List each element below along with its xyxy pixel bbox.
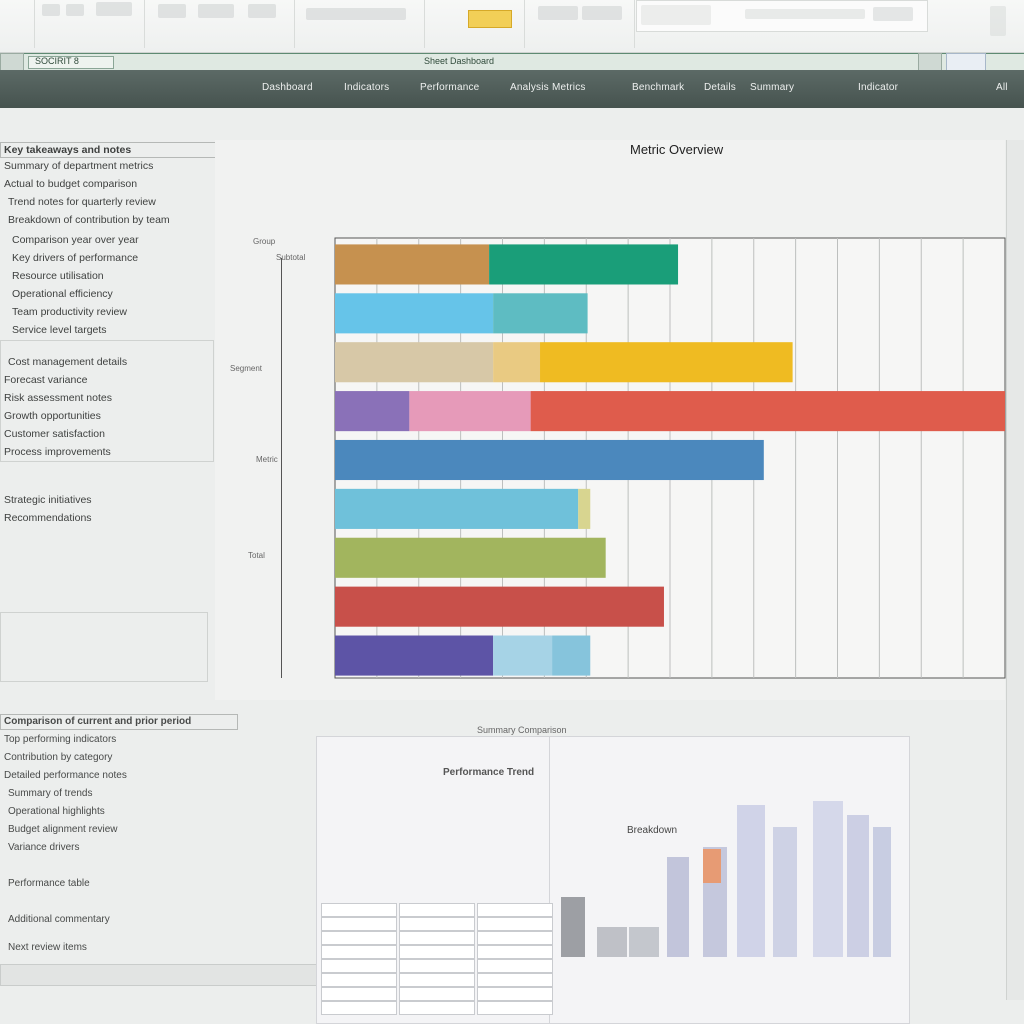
table-cell[interactable] [477, 987, 553, 1001]
table-cell[interactable] [399, 959, 475, 973]
mini-bar [773, 827, 797, 957]
bar-segment-row1-seg1 [335, 244, 490, 285]
table-cell[interactable] [321, 903, 397, 917]
lower-footer-bar [0, 964, 318, 986]
table-cell[interactable] [399, 917, 475, 931]
summary-panel-title: Summary Comparison [477, 725, 567, 735]
bar-segment-row3-seg2 [493, 342, 541, 383]
table-cell[interactable] [321, 1001, 397, 1015]
bar-segment-row2-seg2 [493, 293, 588, 334]
bar-segment-row8-seg1 [335, 586, 664, 627]
mini-bar [667, 857, 689, 957]
lower-list-item: Contribution by category [4, 752, 113, 763]
bar-segment-row5-seg1 [335, 439, 764, 481]
bar-segment-row6-seg2 [578, 488, 591, 529]
bar-segment-row7-seg1 [335, 537, 606, 578]
table-cell[interactable] [321, 959, 397, 973]
mini-bar [873, 827, 891, 957]
bar-segment-row3-seg1 [335, 342, 494, 383]
lower-list-item: Summary of trends [8, 788, 93, 799]
mini-bar [813, 801, 843, 957]
lower-list-item: Top performing indicators [4, 734, 117, 745]
bar-segment-row4-seg1 [335, 391, 410, 432]
table-cell[interactable] [321, 973, 397, 987]
table-cell[interactable] [321, 917, 397, 931]
table-cell[interactable] [477, 1001, 553, 1015]
table-cell[interactable] [477, 931, 553, 945]
bar-segment-row4-seg3 [530, 391, 1005, 432]
table-cell[interactable] [477, 973, 553, 987]
lower-list-item: Comparison of current and prior period [4, 716, 192, 727]
table-cell[interactable] [399, 931, 475, 945]
mini-bar-accent [703, 849, 721, 883]
bar-segment-row9-seg1 [335, 635, 494, 676]
table-cell[interactable] [321, 987, 397, 1001]
bar-segment-row2-seg1 [335, 293, 494, 334]
lower-list-item: Detailed performance notes [4, 770, 127, 781]
lower-list-item: Next review items [8, 942, 87, 953]
bar-segment-row1-seg2 [489, 244, 679, 285]
lower-list-item: Performance table [8, 878, 90, 889]
table-cell[interactable] [399, 973, 475, 987]
table-cell[interactable] [321, 945, 397, 959]
bar-segment-row3-seg3 [540, 342, 793, 383]
mini-bar [737, 805, 765, 957]
table-cell[interactable] [477, 959, 553, 973]
mini-bar [629, 927, 659, 957]
table-cell[interactable] [321, 931, 397, 945]
table-cell[interactable] [477, 903, 553, 917]
lower-list-item: Variance drivers [8, 842, 80, 853]
table-cell[interactable] [477, 945, 553, 959]
mini-bar [597, 927, 627, 957]
lower-list-item: Additional commentary [8, 914, 110, 925]
bar-segment-row9-seg2 [493, 635, 553, 676]
table-cell[interactable] [477, 917, 553, 931]
table-cell[interactable] [399, 1001, 475, 1015]
lower-list-item: Operational highlights [8, 806, 105, 817]
table-cell[interactable] [399, 945, 475, 959]
summary-panel: Summary Comparison Performance Trend Bre… [316, 725, 910, 1024]
mini-bar [847, 815, 869, 957]
table-cell[interactable] [399, 987, 475, 1001]
bar-segment-row4-seg2 [409, 391, 531, 432]
bar-segment-row6-seg1 [335, 488, 579, 529]
bar-segment-row9-seg3 [552, 635, 591, 676]
lower-list-item: Budget alignment review [8, 824, 118, 835]
mini-bar [561, 897, 585, 957]
table-cell[interactable] [399, 903, 475, 917]
